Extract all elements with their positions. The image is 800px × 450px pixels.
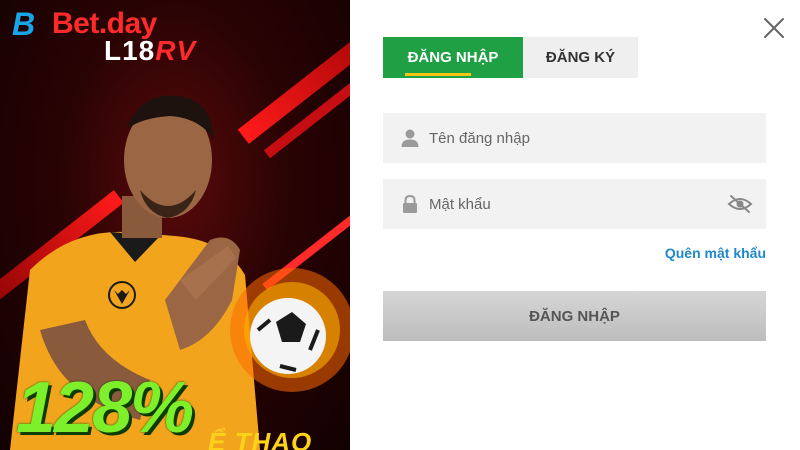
auth-tabs: ĐĂNG NHẬP ĐĂNG KÝ <box>383 37 638 78</box>
password-input[interactable] <box>429 179 727 229</box>
brand-mark: B <box>12 6 36 42</box>
tab-login[interactable]: ĐĂNG NHẬP <box>383 37 523 78</box>
promo-banner: B Bet.day L18RV 128% Ể THAO <box>0 0 350 450</box>
forgot-password-link[interactable]: Quên mật khẩu <box>665 245 766 261</box>
eye-off-icon[interactable] <box>727 194 753 214</box>
close-icon[interactable] <box>762 16 786 40</box>
password-field <box>383 179 766 229</box>
user-icon <box>401 129 419 147</box>
login-panel: ĐĂNG NHẬP ĐĂNG KÝ Quên mật khẩu ĐĂNG NHẬ… <box>350 0 800 450</box>
lock-icon <box>403 194 417 213</box>
username-input[interactable] <box>429 113 766 163</box>
username-field <box>383 113 766 163</box>
bonus-caption: Ể THAO <box>208 427 313 450</box>
login-submit-button[interactable]: ĐĂNG NHẬP <box>383 291 766 341</box>
sub-brand-logo: L18RV <box>104 36 196 66</box>
sub-brand-left: L18 <box>104 35 156 66</box>
sub-brand-right: RV <box>155 35 197 66</box>
brand-logo: B Bet.day <box>12 6 222 42</box>
tab-register[interactable]: ĐĂNG KÝ <box>523 37 638 78</box>
bonus-percent: 128% <box>16 368 194 448</box>
